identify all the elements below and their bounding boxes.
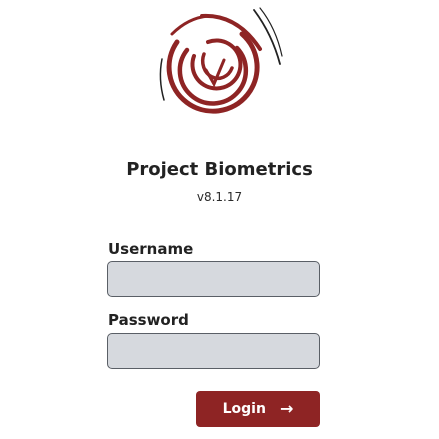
app-title: Project Biometrics [126, 159, 313, 180]
username-label: Username [108, 240, 194, 258]
login-button[interactable]: Login → [196, 391, 320, 427]
login-page: Project Biometrics v8.1.17 Username Pass… [0, 0, 439, 439]
password-field[interactable] [107, 333, 320, 369]
app-version: v8.1.17 [196, 190, 243, 204]
arrow-right-icon: → [279, 399, 294, 418]
login-button-label: Login [222, 401, 266, 417]
password-label: Password [108, 311, 189, 329]
username-field[interactable] [107, 261, 320, 297]
fingerprint-logo-icon [159, 7, 283, 114]
